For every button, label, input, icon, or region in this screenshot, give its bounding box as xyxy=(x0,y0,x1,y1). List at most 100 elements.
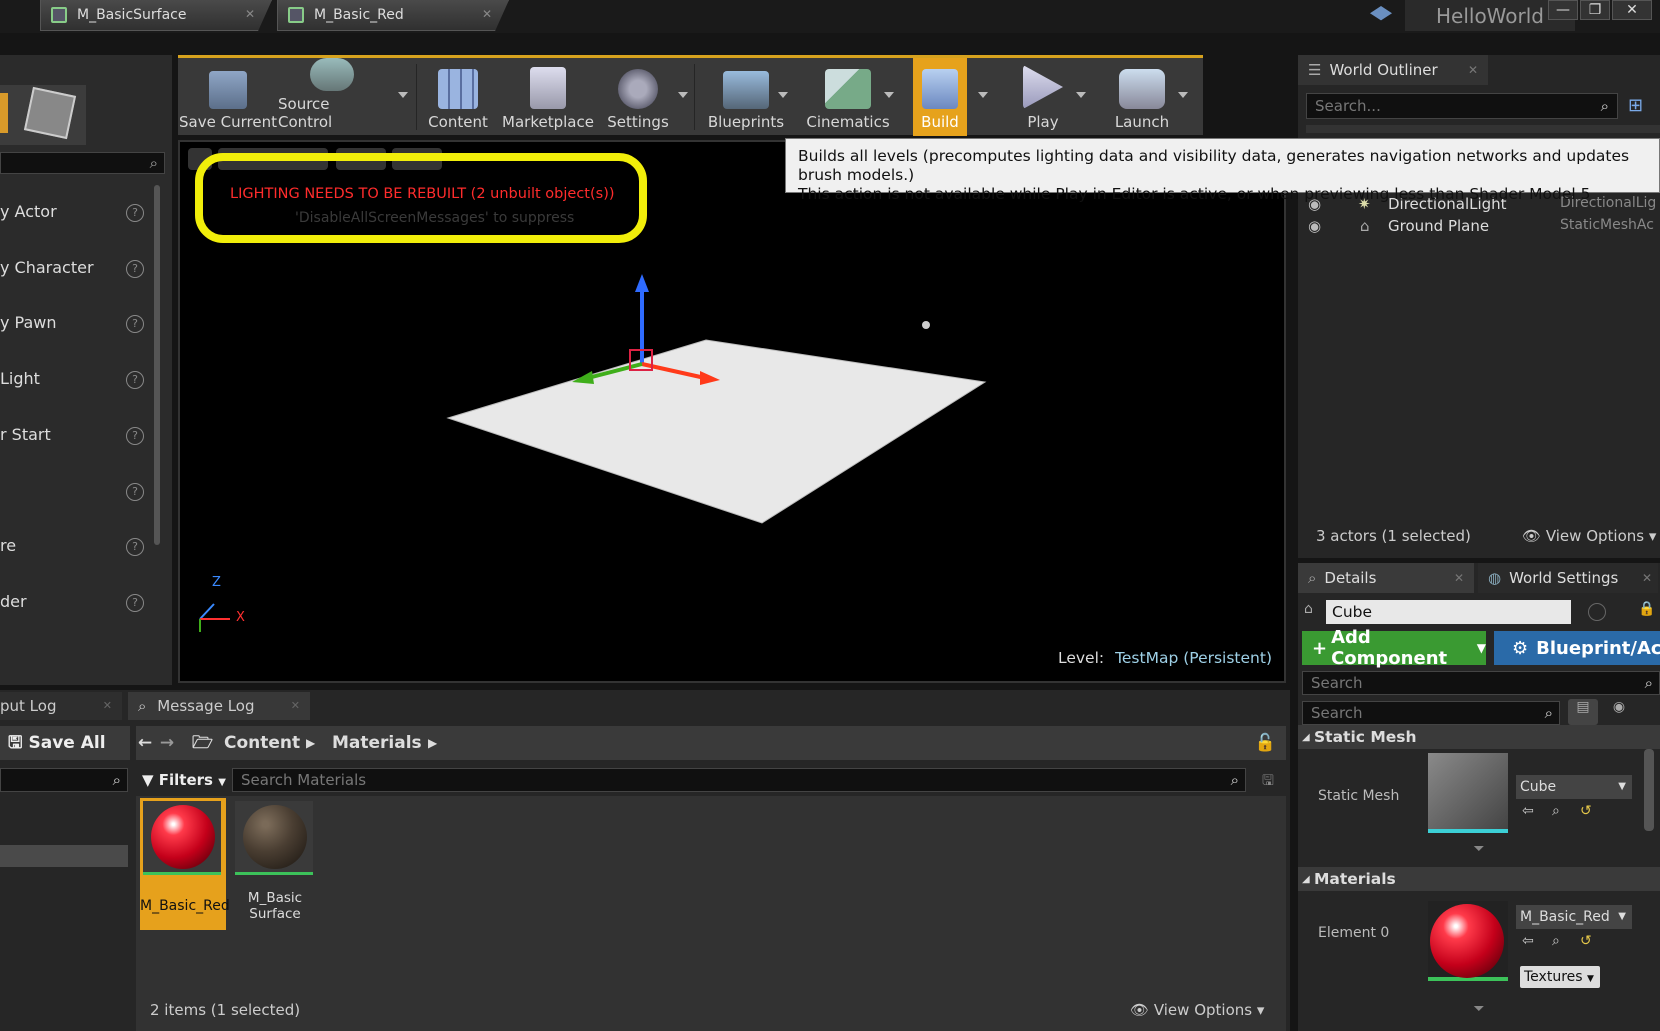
place-item-light[interactable]: Light xyxy=(0,369,130,393)
chevron-down-icon[interactable] xyxy=(678,92,688,98)
browse-search-icon[interactable]: ⌕ xyxy=(1552,803,1560,819)
help-icon[interactable]: ? xyxy=(126,594,144,612)
chevron-right-icon[interactable]: ▶ xyxy=(306,726,315,760)
search-materials-input[interactable]: Search Materials ⌕ xyxy=(232,768,1246,792)
eye-icon[interactable]: ◉ xyxy=(1604,699,1634,725)
close-icon[interactable]: ✕ xyxy=(245,7,255,21)
tab-world-settings[interactable]: ◍ World Settings ✕ xyxy=(1478,563,1658,593)
close-icon[interactable]: ✕ xyxy=(103,692,112,720)
reset-icon[interactable]: ↺ xyxy=(1580,803,1592,819)
close-icon[interactable]: ✕ xyxy=(1454,571,1464,585)
lock-icon[interactable]: 🔓 xyxy=(1255,726,1276,760)
geometry-mode-icon[interactable] xyxy=(23,86,77,140)
help-icon[interactable] xyxy=(1588,603,1606,621)
back-arrow-icon[interactable]: ← xyxy=(136,726,154,760)
close-icon[interactable]: ✕ xyxy=(1468,63,1478,77)
details-search-input-2[interactable]: Search ⌕ xyxy=(1302,701,1560,725)
place-item-empty-actor[interactable]: y Actor xyxy=(0,202,130,226)
chevron-down-icon[interactable] xyxy=(778,92,788,98)
save-current-button[interactable]: Save Current xyxy=(178,58,278,136)
save-search-icon[interactable]: 🖫 xyxy=(1262,770,1274,794)
expand-arrow-icon[interactable]: ⏷ xyxy=(1298,1001,1660,1023)
help-icon[interactable]: ? xyxy=(126,315,144,333)
details-scrollbar[interactable] xyxy=(1644,749,1654,831)
help-icon[interactable]: ? xyxy=(126,483,144,501)
launch-button[interactable]: Launch xyxy=(1092,58,1192,136)
place-item-empty-pawn[interactable]: y Pawn xyxy=(0,313,130,337)
visibility-eye-icon[interactable]: ◉ xyxy=(1308,217,1321,235)
place-item-empty-character[interactable]: y Character xyxy=(0,258,130,282)
folder-tree-selected[interactable] xyxy=(0,845,128,867)
material-thumbnail[interactable] xyxy=(1428,901,1508,981)
content-view-options[interactable]: 👁 View Options ▾ xyxy=(1130,1001,1264,1019)
help-icon[interactable]: ? xyxy=(126,260,144,278)
restore-button[interactable]: ❐ xyxy=(1580,0,1610,20)
build-button[interactable]: Build xyxy=(913,58,967,136)
chevron-down-icon[interactable] xyxy=(1076,92,1086,98)
use-selected-arrow-icon[interactable]: ⇦ xyxy=(1522,933,1534,949)
marketplace-button[interactable]: Marketplace xyxy=(498,58,598,136)
actor-name-field[interactable]: Cube xyxy=(1326,600,1571,624)
help-icon[interactable]: ? xyxy=(126,427,144,445)
static-mesh-dropdown[interactable]: Cube ▼ xyxy=(1516,775,1632,799)
outliner-view-options[interactable]: 👁 View Options ▾ xyxy=(1522,527,1656,545)
static-mesh-thumbnail[interactable] xyxy=(1428,753,1508,833)
asset-tile-selected[interactable]: M_Basic_Red xyxy=(140,798,230,930)
doc-tab-m-basicsurface[interactable]: M_BasicSurface ✕ xyxy=(40,0,272,31)
place-item-cylinder[interactable]: der xyxy=(0,592,130,616)
content-button[interactable]: Content xyxy=(418,58,498,136)
tab-message-log[interactable]: ⌕ Message Log ✕ xyxy=(128,692,310,720)
filters-button[interactable]: ▼ Filters ▼ xyxy=(142,768,226,792)
folder-search-input[interactable]: ⌕ xyxy=(0,768,128,792)
mode-place-icon[interactable] xyxy=(0,93,8,133)
chevron-down-icon[interactable] xyxy=(978,92,988,98)
breadcrumb-materials[interactable]: Materials xyxy=(332,726,422,760)
close-icon[interactable]: ✕ xyxy=(482,7,492,21)
add-component-button[interactable]: + Add Component ▼ xyxy=(1302,627,1486,669)
modes-scrollbar[interactable] xyxy=(154,185,160,545)
textures-button[interactable]: Textures ▼ xyxy=(1520,966,1600,988)
ground-plane[interactable] xyxy=(446,339,987,524)
chevron-down-icon[interactable] xyxy=(1178,92,1188,98)
gizmo-y-arrow[interactable] xyxy=(572,371,594,384)
chevron-down-icon[interactable] xyxy=(398,92,408,98)
outliner-search-input[interactable]: Search... ⌕ xyxy=(1306,93,1618,119)
source-control-button[interactable]: Source Control xyxy=(278,58,386,136)
modes-search-input[interactable]: ⌕ xyxy=(0,152,165,174)
chevron-right-icon[interactable]: ▶ xyxy=(428,726,437,760)
reset-icon[interactable]: ↺ xyxy=(1580,933,1592,949)
grid-view-icon[interactable]: ▤ xyxy=(1568,699,1598,725)
help-icon[interactable]: ? xyxy=(126,204,144,222)
doc-tab-m-basic-red[interactable]: M_Basic_Red ✕ xyxy=(277,0,509,31)
settings-button[interactable]: Settings xyxy=(598,58,678,136)
tab-output-log[interactable]: put Log ✕ xyxy=(0,692,122,720)
save-all-button[interactable]: 🖫 Save All xyxy=(0,726,130,760)
place-item-blank[interactable] xyxy=(0,481,130,505)
section-static-mesh[interactable]: ◢ Static Mesh xyxy=(1298,725,1660,749)
close-button[interactable]: ✕ xyxy=(1612,0,1652,20)
breadcrumb-content[interactable]: Content xyxy=(224,726,300,760)
tab-details[interactable]: ⌕ Details ✕ xyxy=(1298,563,1474,593)
use-selected-arrow-icon[interactable]: ⇦ xyxy=(1522,803,1534,819)
help-icon[interactable]: ? xyxy=(126,371,144,389)
blueprint-button[interactable]: ⚙ Blueprint/Ac xyxy=(1494,631,1660,665)
tab-world-outliner[interactable]: ☰ World Outliner ✕ xyxy=(1298,55,1488,85)
place-item-sphere[interactable]: re xyxy=(0,536,130,560)
minimize-button[interactable]: — xyxy=(1548,0,1578,20)
chevron-down-icon[interactable] xyxy=(884,92,894,98)
material-dropdown[interactable]: M_Basic_Red ▼ xyxy=(1516,905,1632,929)
details-search-input-1[interactable]: Search ⌕ xyxy=(1302,671,1660,695)
place-item-player-start[interactable]: r Start xyxy=(0,425,130,449)
section-materials[interactable]: ◢ Materials xyxy=(1298,867,1660,891)
lock-icon[interactable]: 🔒 xyxy=(1638,601,1655,617)
gizmo-z-arrow[interactable] xyxy=(635,274,649,292)
outliner-row[interactable]: ◉ ⌂ Ground Plane StaticMeshAc xyxy=(1298,217,1660,239)
close-icon[interactable]: ✕ xyxy=(291,692,300,720)
pin-icon[interactable]: ⊞ xyxy=(1628,95,1650,117)
forward-arrow-icon[interactable]: → xyxy=(158,726,176,760)
browse-search-icon[interactable]: ⌕ xyxy=(1552,933,1560,949)
directional-light-icon[interactable] xyxy=(922,321,930,329)
asset-tile[interactable]: M_Basic Surface xyxy=(232,798,318,930)
expand-arrow-icon[interactable]: ⏷ xyxy=(1298,841,1660,863)
help-icon[interactable]: ? xyxy=(126,538,144,556)
